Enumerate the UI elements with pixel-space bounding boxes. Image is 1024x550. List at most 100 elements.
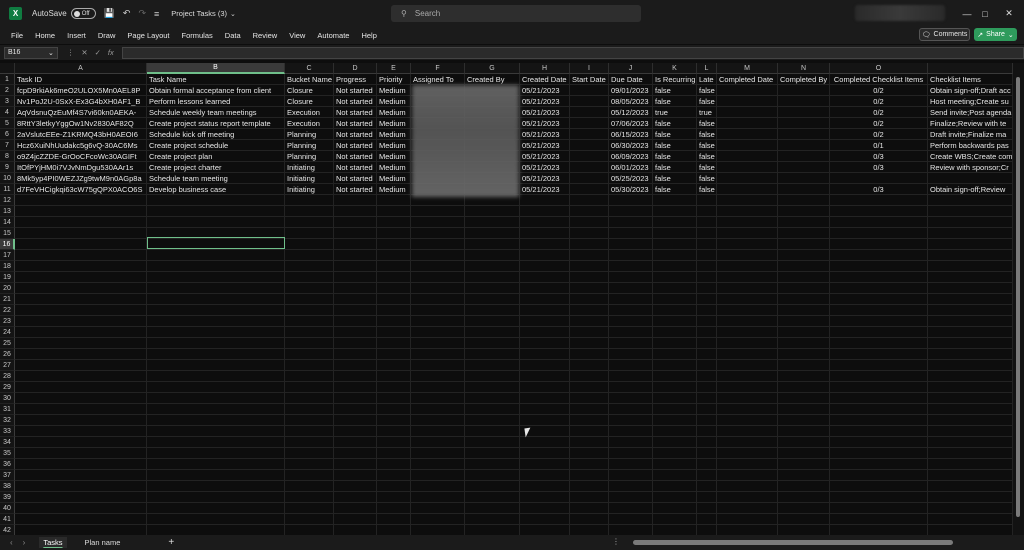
cell[interactable] <box>285 261 334 272</box>
cell[interactable] <box>778 228 830 239</box>
cell[interactable] <box>609 492 653 503</box>
cell[interactable]: AqVdsnuQzEuMf4S7vi60kn0AEKA- <box>15 107 147 118</box>
row-header[interactable]: 8 <box>0 151 15 162</box>
enter-icon[interactable]: ✓ <box>95 48 101 57</box>
row-header[interactable]: 39 <box>0 492 15 503</box>
cell[interactable] <box>697 470 717 481</box>
cell[interactable] <box>147 426 285 437</box>
cell[interactable]: ItOfPYjHM0i7VJvNmDgu530AAr1s <box>15 162 147 173</box>
cell[interactable] <box>334 261 377 272</box>
cell[interactable] <box>465 448 520 459</box>
cell[interactable]: 0/3 <box>830 184 928 195</box>
cell[interactable] <box>717 140 778 151</box>
cell[interactable] <box>570 184 609 195</box>
cell[interactable] <box>147 261 285 272</box>
cell[interactable] <box>147 525 285 535</box>
cell[interactable]: 0/3 <box>830 162 928 173</box>
cell[interactable] <box>285 481 334 492</box>
cell[interactable] <box>285 228 334 239</box>
cell[interactable] <box>653 437 697 448</box>
spreadsheet-grid[interactable]: ABCDEFGHIJKLMNO 1 Task ID Task Name Bucket … <box>0 63 1024 535</box>
cell[interactable]: Execution <box>285 118 334 129</box>
cell[interactable] <box>570 459 609 470</box>
cell[interactable] <box>570 316 609 327</box>
row-header[interactable]: 14 <box>0 217 15 228</box>
cell[interactable] <box>717 415 778 426</box>
cell[interactable] <box>830 448 928 459</box>
cell[interactable] <box>830 481 928 492</box>
cell[interactable] <box>285 470 334 481</box>
row-header[interactable]: 41 <box>0 514 15 525</box>
cell[interactable] <box>697 448 717 459</box>
cell[interactable] <box>653 393 697 404</box>
cell[interactable] <box>778 448 830 459</box>
column-header-k[interactable]: K <box>653 63 697 74</box>
cell[interactable] <box>411 272 465 283</box>
cell[interactable] <box>928 206 1013 217</box>
cell[interactable] <box>609 426 653 437</box>
cell[interactable] <box>15 404 147 415</box>
cell[interactable] <box>717 206 778 217</box>
cell[interactable] <box>15 283 147 294</box>
cell[interactable]: Create WBS;Create com <box>928 151 1013 162</box>
cell[interactable] <box>717 470 778 481</box>
cell[interactable] <box>570 294 609 305</box>
cell[interactable] <box>609 338 653 349</box>
cell[interactable] <box>520 228 570 239</box>
cell[interactable] <box>653 459 697 470</box>
row-header[interactable]: 3 <box>0 96 15 107</box>
cell[interactable] <box>717 382 778 393</box>
autosave-toggle[interactable]: Off <box>70 8 96 19</box>
comments-button[interactable]: 🗨 Comments <box>919 28 970 41</box>
cell[interactable] <box>465 459 520 470</box>
cell[interactable] <box>520 316 570 327</box>
cell[interactable] <box>377 261 411 272</box>
cell[interactable] <box>928 250 1013 261</box>
cell[interactable] <box>717 261 778 272</box>
cell[interactable] <box>653 228 697 239</box>
menu-help[interactable]: Help <box>361 31 376 40</box>
cell[interactable] <box>609 371 653 382</box>
cell[interactable] <box>778 393 830 404</box>
cell[interactable] <box>465 272 520 283</box>
cell[interactable] <box>717 118 778 129</box>
cell[interactable] <box>570 250 609 261</box>
cell[interactable] <box>334 426 377 437</box>
row-header[interactable]: 10 <box>0 173 15 184</box>
cell[interactable] <box>653 382 697 393</box>
cell[interactable] <box>653 371 697 382</box>
cell[interactable]: 07/06/2023 <box>609 118 653 129</box>
cell[interactable] <box>830 228 928 239</box>
cell[interactable] <box>411 327 465 338</box>
cell[interactable]: 05/21/2023 <box>520 129 570 140</box>
cell[interactable] <box>285 283 334 294</box>
cell[interactable]: 2aVslutcEEe-Z1KRMQ43bH0AEOI6 <box>15 129 147 140</box>
cell[interactable] <box>147 470 285 481</box>
cell[interactable]: Medium <box>377 118 411 129</box>
cell[interactable] <box>15 349 147 360</box>
cell[interactable] <box>609 206 653 217</box>
cell[interactable]: Perform lessons learned <box>147 96 285 107</box>
cell[interactable] <box>778 470 830 481</box>
cell[interactable] <box>570 129 609 140</box>
cell[interactable] <box>697 206 717 217</box>
cell[interactable] <box>465 514 520 525</box>
cell[interactable]: Created By <box>465 74 520 85</box>
cell[interactable] <box>285 294 334 305</box>
cell[interactable] <box>377 415 411 426</box>
cell[interactable] <box>411 404 465 415</box>
cell[interactable] <box>465 393 520 404</box>
cell[interactable] <box>697 316 717 327</box>
cell[interactable] <box>334 371 377 382</box>
cell[interactable]: Is Recurring <box>653 74 697 85</box>
name-box[interactable]: B16 ⌄ <box>4 46 58 59</box>
search-input[interactable]: ⚲ Search <box>391 5 641 22</box>
cell[interactable] <box>520 393 570 404</box>
cell[interactable] <box>147 404 285 415</box>
cell[interactable] <box>334 316 377 327</box>
cell[interactable] <box>830 305 928 316</box>
cell[interactable] <box>717 525 778 535</box>
row-header[interactable]: 23 <box>0 316 15 327</box>
row-header[interactable]: 18 <box>0 261 15 272</box>
cell[interactable] <box>928 437 1013 448</box>
